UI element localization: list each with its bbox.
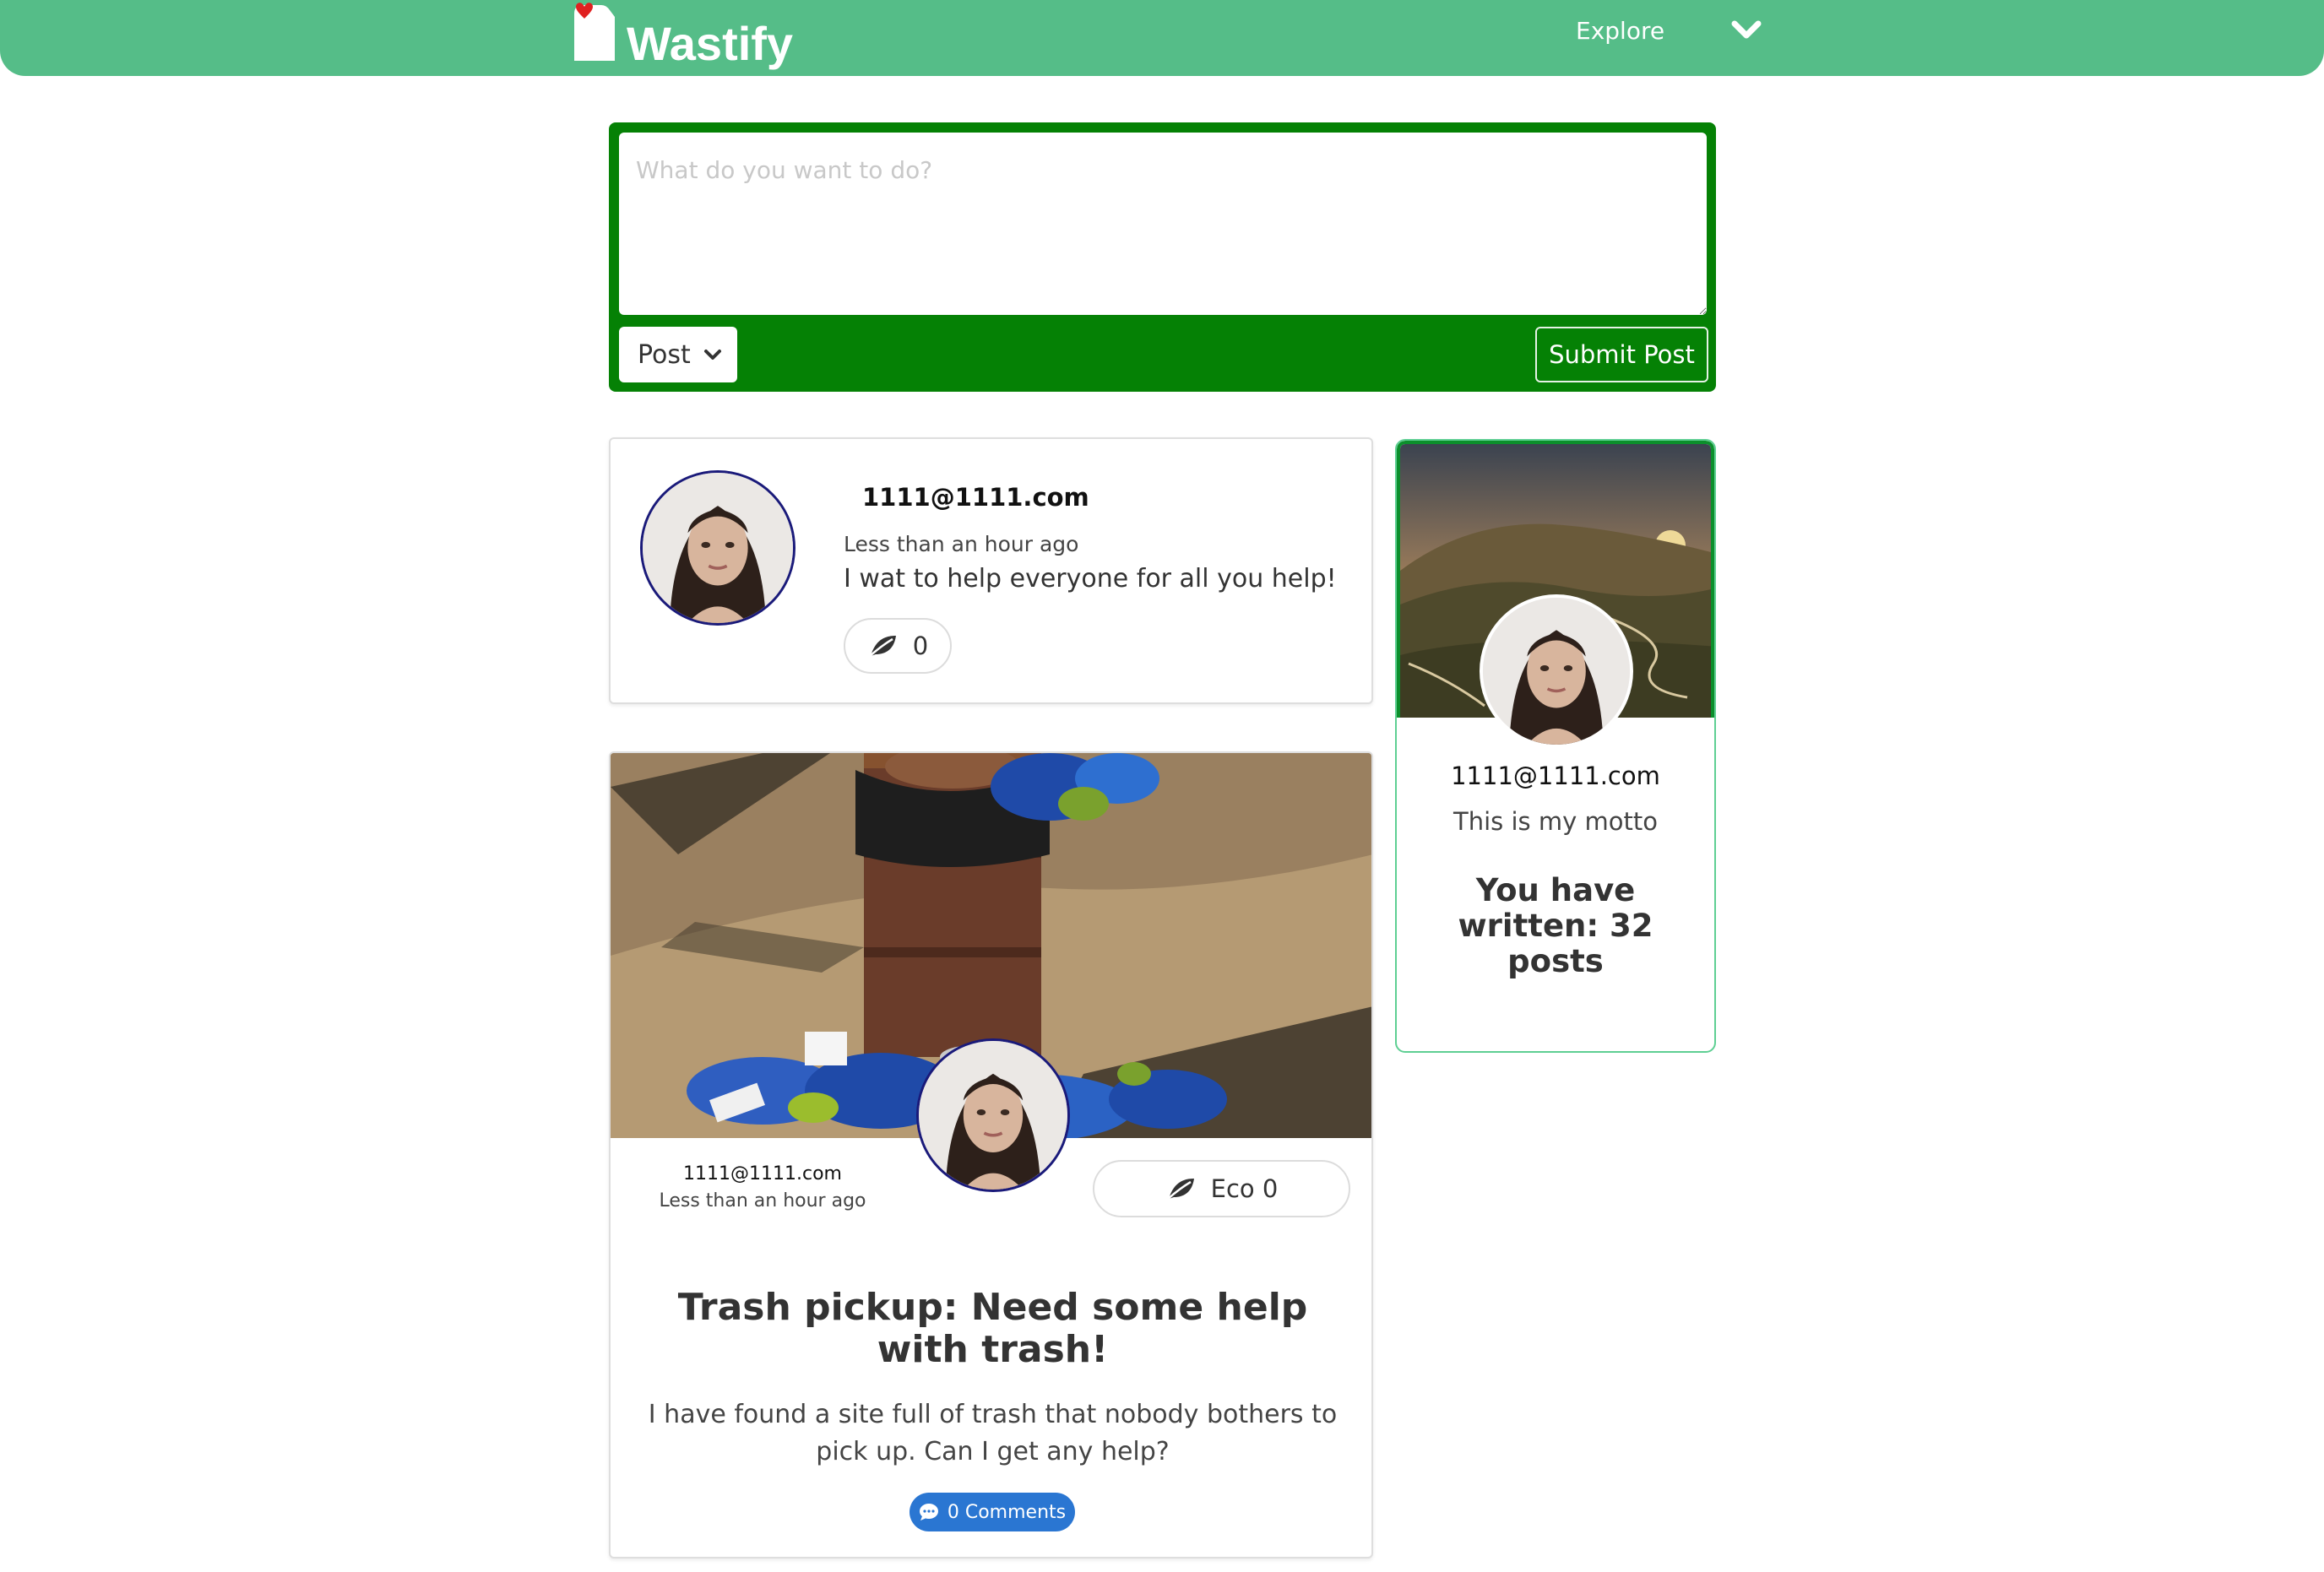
nav-explore-link[interactable]: Explore [1576, 17, 1664, 45]
eco-label: Eco 0 [1210, 1174, 1279, 1203]
profile-motto: This is my motto [1453, 807, 1658, 836]
eco-like-button[interactable]: 0 [844, 618, 952, 674]
avatar[interactable] [1480, 594, 1633, 748]
post-type-select[interactable]: Post [619, 327, 737, 382]
chevron-down-icon [704, 350, 721, 360]
avatar[interactable] [640, 470, 795, 626]
post-timestamp: Less than an hour ago [659, 1190, 866, 1212]
user-avatar-image [1483, 598, 1630, 745]
brand-name: Wastify [627, 17, 794, 70]
post-author[interactable]: 1111@1111.com [611, 1163, 915, 1184]
profile-card: 1111@1111.com This is my motto You have … [1395, 439, 1716, 1053]
post-author[interactable]: 1111@1111.com [862, 483, 1089, 512]
post-card: 1111@1111.com Less than an hour ago I wa… [609, 437, 1373, 704]
post-text-input[interactable] [619, 133, 1707, 315]
chevron-down-icon[interactable] [1729, 17, 1763, 46]
user-avatar-image [643, 473, 793, 623]
post-title: Trash pickup: Need some help with trash! [677, 1286, 1308, 1371]
post-text: I wat to help everyone for all you help! [844, 564, 1337, 594]
comment-icon [919, 1504, 938, 1521]
post-type-selected: Post [638, 339, 691, 370]
post-composer: Post Submit Post [609, 122, 1716, 392]
user-avatar-image [919, 1041, 1067, 1190]
eco-count: 0 [912, 632, 929, 660]
brand-logo[interactable]: Wastify [573, 0, 793, 76]
profile-username[interactable]: 1111@1111.com [1397, 762, 1714, 790]
wastify-logo-icon [573, 2, 616, 62]
post-card: 1111@1111.com Less than an hour ago Eco … [609, 751, 1373, 1558]
post-timestamp: Less than an hour ago [844, 532, 1079, 556]
comments-count: 0 Comments [947, 1501, 1067, 1523]
post-body: I have found a site full of trash that n… [648, 1400, 1338, 1466]
comments-button[interactable]: 0 Comments [910, 1493, 1075, 1531]
leaf-icon [867, 636, 896, 658]
profile-post-count: You have written: 32 posts [1458, 872, 1653, 979]
top-navbar: Wastify Explore [0, 0, 2324, 76]
eco-like-button[interactable]: Eco 0 [1093, 1160, 1350, 1217]
submit-post-button[interactable]: Submit Post [1535, 327, 1708, 382]
avatar[interactable] [916, 1038, 1070, 1192]
leaf-icon [1165, 1179, 1194, 1201]
